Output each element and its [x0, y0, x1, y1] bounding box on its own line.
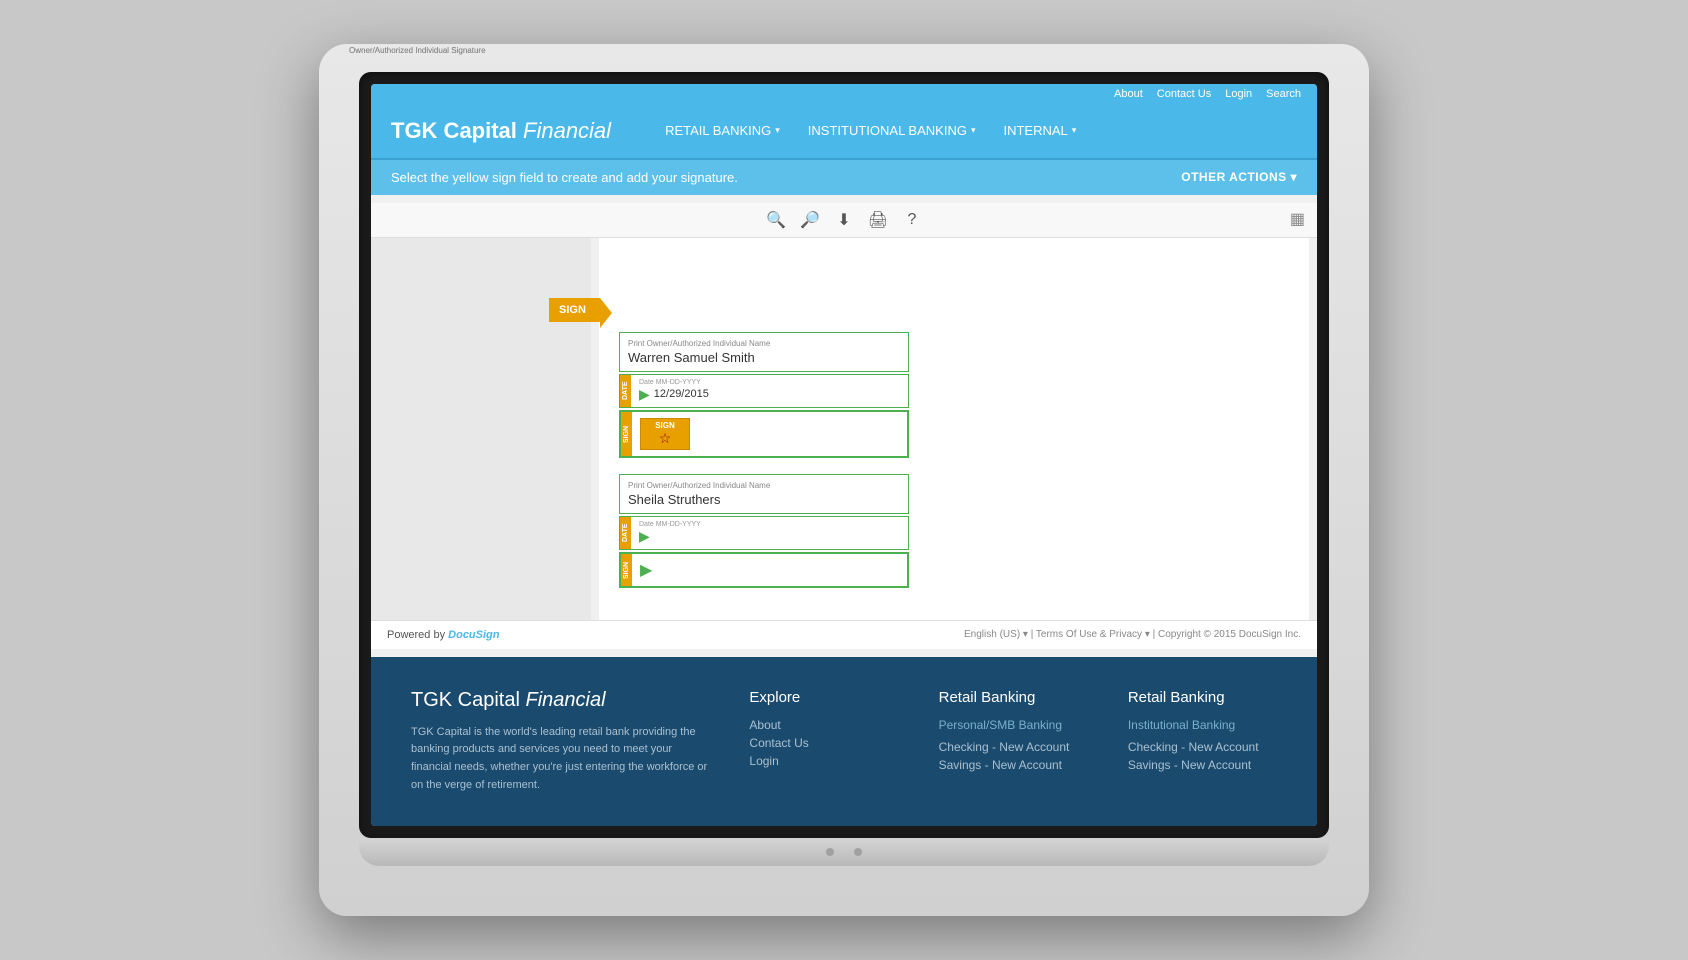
footer-explore-about[interactable]: About: [749, 718, 898, 732]
person2-sign-side-label: SIGN: [621, 554, 632, 586]
footer-brand-text: TGK Capital is the world's leading retai…: [411, 724, 709, 794]
person1-sign-row: SIGN Owner/Authorized Individual Signatu…: [619, 410, 909, 458]
docusign-footer-right: English (US) ▾ | Terms Of Use & Privacy …: [964, 629, 1301, 640]
laptop-dot-2: [854, 848, 862, 856]
action-bar: Select the yellow sign field to create a…: [371, 160, 1317, 195]
person2-name-label: Print Owner/Authorized Individual Name: [628, 481, 900, 490]
person2-date-inner: Date MM-DD-YYYY ▶: [631, 517, 908, 549]
laptop-base: [359, 838, 1329, 866]
nav-internal[interactable]: INTERNAL ▾: [989, 103, 1090, 159]
docusign-footer: Powered by DocuSign English (US) ▾ | Ter…: [371, 620, 1317, 649]
brand-name-italic: Financial: [523, 118, 611, 143]
footer-retail-savings[interactable]: Savings - New Account: [939, 758, 1088, 772]
print-icon[interactable]: 🖨: [867, 209, 889, 231]
person1-name-field: Print Owner/Authorized Individual Name W…: [619, 332, 909, 372]
person2-date-side-label: DATE: [620, 517, 631, 549]
main-nav-links: RETAIL BANKING ▾ INSTITUTIONAL BANKING ▾…: [651, 103, 1090, 159]
footer-explore: Explore About Contact Us Login: [749, 689, 898, 794]
docusign-powered-by: Powered by DocuSign: [387, 629, 500, 641]
footer-institutional-subtitle: Institutional Banking: [1128, 718, 1277, 732]
person1-date-value: ▶ 12/29/2015: [639, 386, 900, 403]
person2-section: Print Owner/Authorized Individual Name S…: [619, 474, 909, 588]
person1-section: Print Owner/Authorized Individual Name W…: [619, 332, 909, 458]
footer-retail-subtitle: Personal/SMB Banking: [939, 718, 1088, 732]
footer-retail: Retail Banking Personal/SMB Banking Chec…: [939, 689, 1088, 794]
nav-about-link[interactable]: About: [1114, 88, 1143, 100]
footer-explore-contact[interactable]: Contact Us: [749, 736, 898, 750]
footer-retail-checking[interactable]: Checking - New Account: [939, 740, 1088, 754]
person1-date-row: DATE Date MM-DD-YYYY ▶ 12/29/2015: [619, 374, 909, 408]
footer-institutional-title: Retail Banking: [1128, 689, 1277, 706]
footer-retail-title: Retail Banking: [939, 689, 1088, 706]
person1-sign-text: SIGN: [655, 421, 675, 430]
help-icon[interactable]: ?: [901, 209, 923, 231]
screen-bezel: About Contact Us Login Search TGK Capita…: [359, 72, 1329, 838]
person1-date-side-label: DATE: [620, 375, 631, 407]
main-nav: TGK Capital Financial RETAIL BANKING ▾ I…: [371, 104, 1317, 160]
person2-sign-row: SIGN Owner/Authorized Individual Signatu…: [619, 552, 909, 588]
sign-button[interactable]: SIGN: [549, 298, 600, 322]
person1-date-label: Date MM-DD-YYYY: [639, 379, 900, 386]
laptop-dot-1: [826, 848, 834, 856]
nav-contact-link[interactable]: Contact Us: [1157, 88, 1211, 100]
person1-date-inner: Date MM-DD-YYYY ▶ 12/29/2015: [631, 375, 908, 407]
brand-logo: TGK Capital Financial: [391, 118, 611, 144]
nav-login-link[interactable]: Login: [1225, 88, 1252, 100]
docusign-content: SIGN Print Owner/Authorized Individual N…: [371, 238, 1317, 620]
screen-content: About Contact Us Login Search TGK Capita…: [371, 84, 1317, 826]
docusign-toolbar: 🔍 🔎 ⬇ 🖨 ? ▦: [371, 203, 1317, 238]
person1-date-arrow: ▶: [639, 386, 650, 403]
person1-sign-box-inner: SIGN ☆: [655, 421, 675, 447]
footer-institutional: Retail Banking Institutional Banking Che…: [1128, 689, 1277, 794]
person1-sign-inner: Owner/Authorized Individual Signature SI…: [632, 412, 907, 456]
person2-sign-arrow: ▶: [640, 560, 652, 580]
person1-sign-box[interactable]: SIGN ☆: [640, 418, 690, 450]
person2-date-row: DATE Date MM-DD-YYYY ▶: [619, 516, 909, 550]
person2-date-value: ▶: [639, 528, 900, 545]
docusign-left-panel: [371, 238, 591, 620]
footer-brand: TGK Capital Financial TGK Capital is the…: [411, 689, 709, 794]
person2-name-field: Print Owner/Authorized Individual Name S…: [619, 474, 909, 514]
person2-date-arrow: ▶: [639, 528, 650, 545]
sign-indicator: SIGN: [549, 298, 1219, 322]
person2-name-value: Sheila Struthers: [628, 492, 900, 507]
laptop-frame: About Contact Us Login Search TGK Capita…: [319, 44, 1369, 916]
nav-retail-banking[interactable]: RETAIL BANKING ▾: [651, 103, 794, 159]
footer-explore-login[interactable]: Login: [749, 754, 898, 768]
footer-institutional-savings[interactable]: Savings - New Account: [1128, 758, 1277, 772]
docusign-doc-panel: SIGN Print Owner/Authorized Individual N…: [599, 238, 1309, 620]
person1-name-label: Print Owner/Authorized Individual Name: [628, 339, 900, 348]
docusign-area: 🔍 🔎 ⬇ 🖨 ? ▦: [371, 195, 1317, 657]
retail-banking-arrow: ▾: [775, 125, 780, 136]
zoom-out-icon[interactable]: 🔎: [799, 209, 821, 231]
action-bar-message: Select the yellow sign field to create a…: [391, 170, 738, 185]
other-actions-button[interactable]: OTHER ACTIONS ▾: [1181, 170, 1297, 184]
footer-explore-title: Explore: [749, 689, 898, 706]
person2-date-label: Date MM-DD-YYYY: [639, 521, 900, 528]
person1-name-value: Warren Samuel Smith: [628, 350, 900, 365]
download-icon[interactable]: ⬇: [833, 209, 855, 231]
footer-institutional-checking[interactable]: Checking - New Account: [1128, 740, 1277, 754]
person1-sign-icon: ☆: [655, 430, 675, 447]
zoom-in-icon[interactable]: 🔍: [765, 209, 787, 231]
utility-nav: About Contact Us Login Search: [371, 84, 1317, 104]
nav-institutional-banking[interactable]: INSTITUTIONAL BANKING ▾: [794, 103, 990, 159]
nav-search-link[interactable]: Search: [1266, 88, 1301, 100]
person1-sign-side-label: SIGN: [621, 412, 632, 456]
sidebar-toggle-icon[interactable]: ▦: [1290, 209, 1305, 229]
person2-sign-inner: Owner/Authorized Individual Signature ▶: [632, 554, 907, 586]
brand-name-regular: TGK Capital: [391, 118, 523, 143]
site-footer: TGK Capital Financial TGK Capital is the…: [371, 657, 1317, 826]
internal-arrow: ▾: [1072, 125, 1077, 136]
footer-brand-title: TGK Capital Financial: [411, 689, 709, 712]
institutional-banking-arrow: ▾: [971, 125, 976, 136]
